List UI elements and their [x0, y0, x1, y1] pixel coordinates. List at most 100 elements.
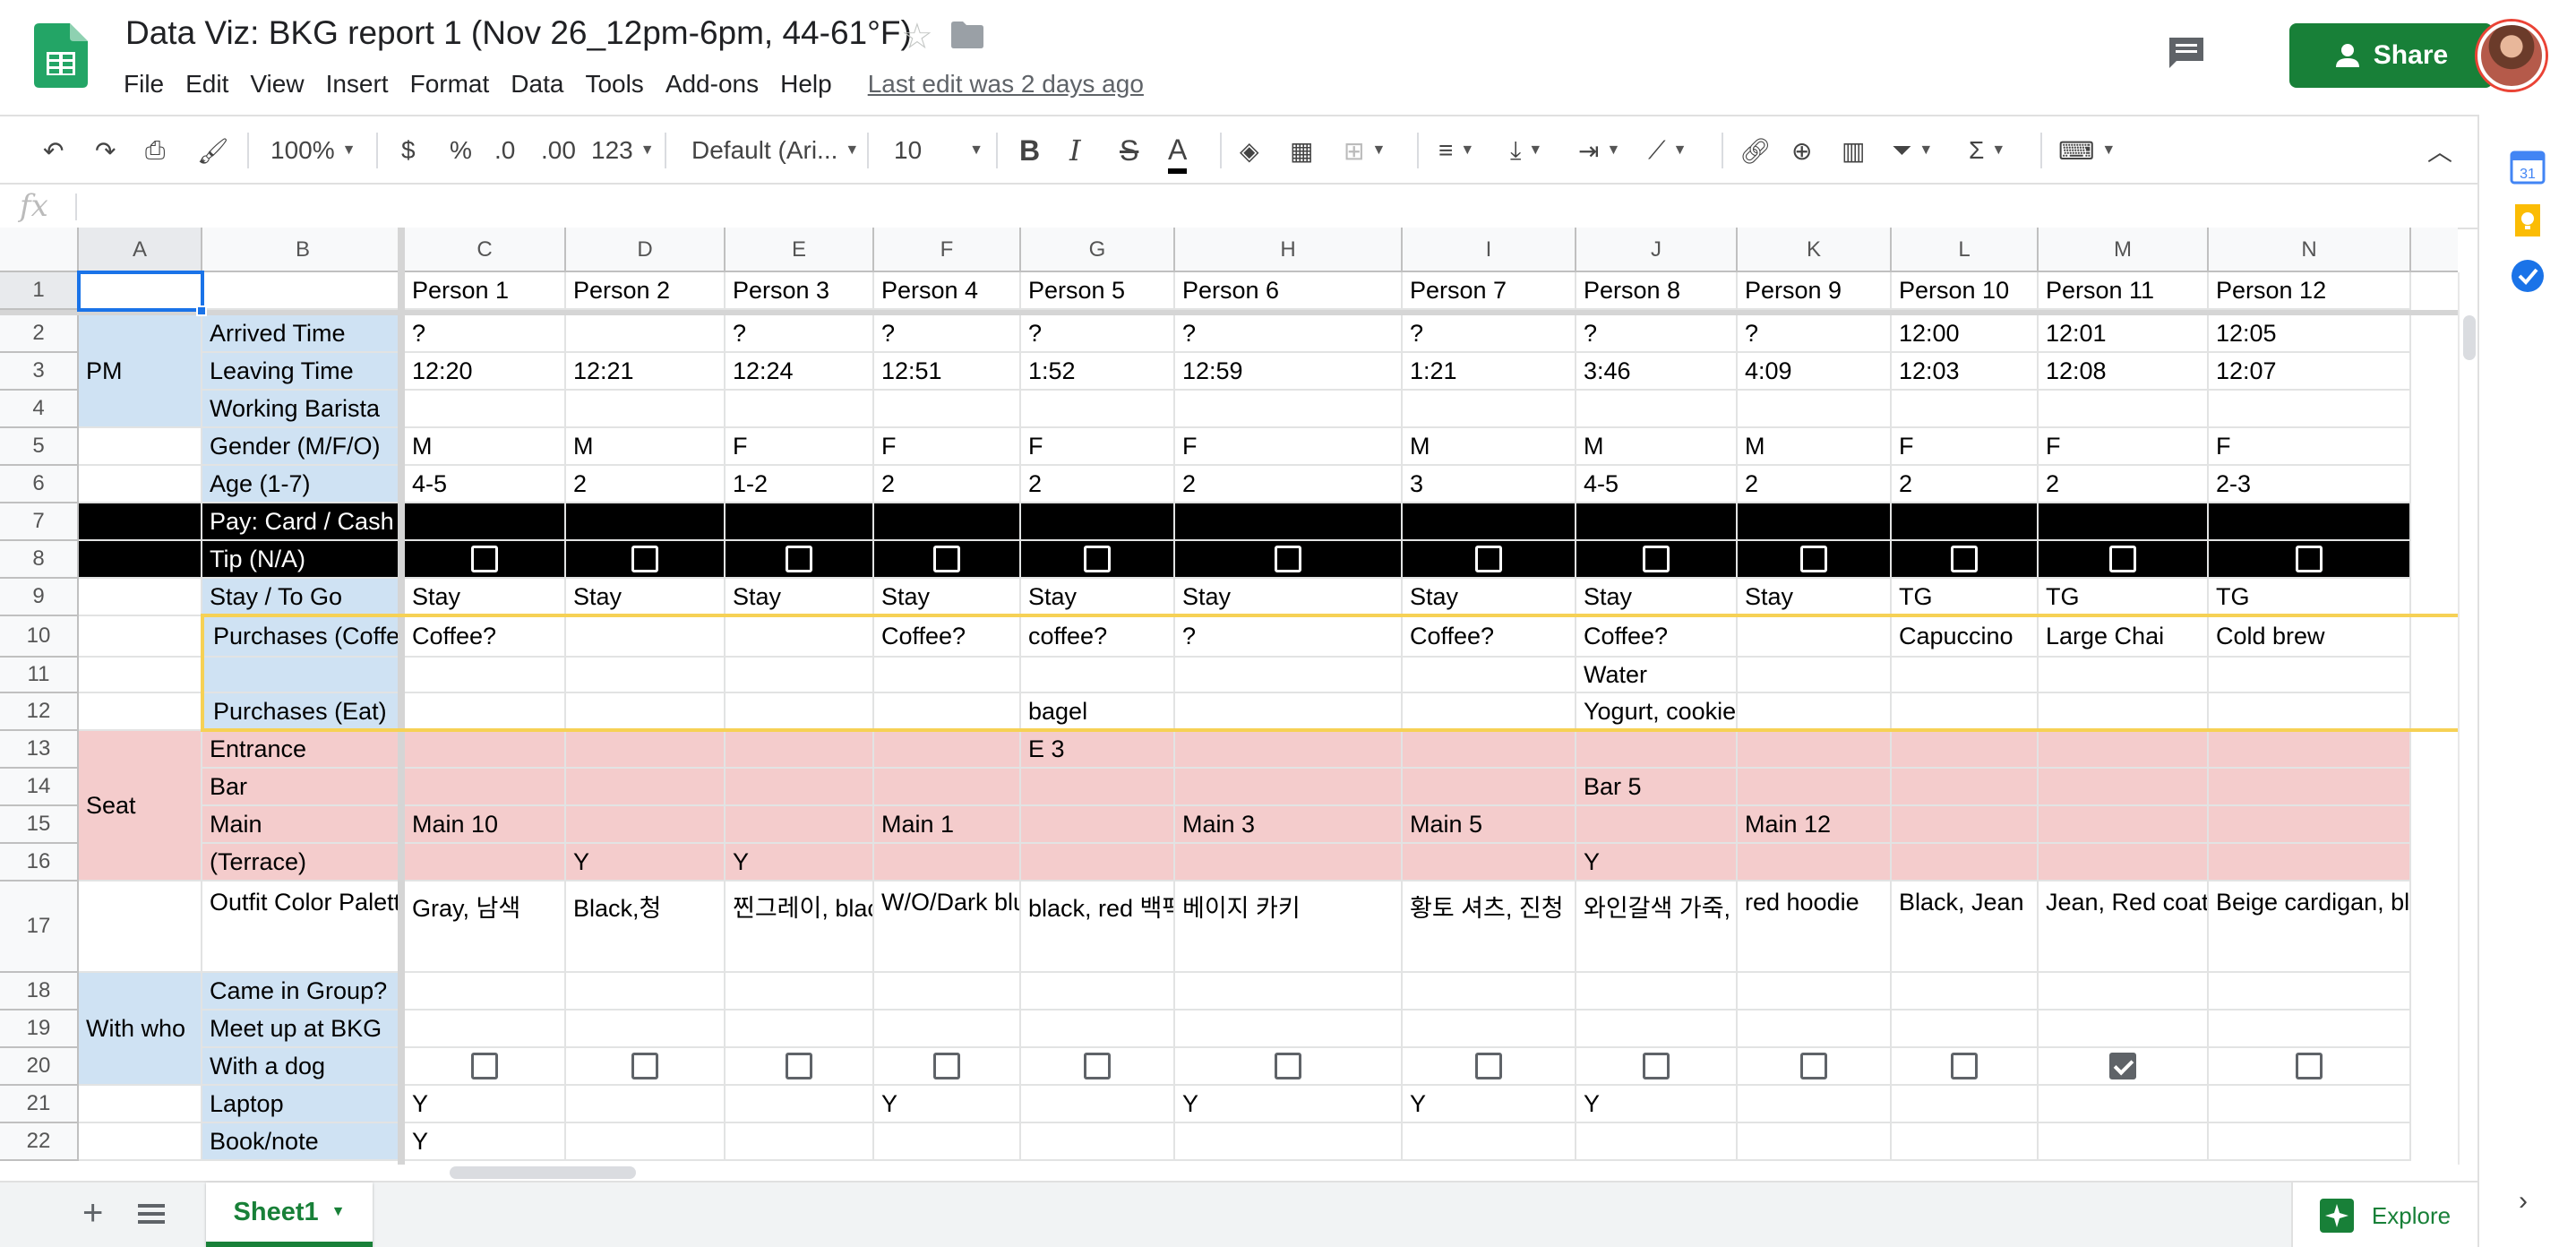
data-cell[interactable]: F	[1892, 428, 2039, 466]
data-cell[interactable]: Y	[1576, 1086, 1738, 1123]
person-header[interactable]: Person 6	[1175, 272, 1403, 310]
data-cell[interactable]: Main 12	[1738, 806, 1892, 844]
insert-comment-icon[interactable]: ⊕	[1791, 131, 1812, 170]
data-cell[interactable]	[1892, 731, 2039, 769]
row-header-5[interactable]: 5	[0, 428, 79, 466]
data-cell[interactable]	[405, 693, 566, 731]
checkbox[interactable]	[2109, 546, 2136, 572]
checkbox[interactable]	[631, 546, 658, 572]
data-cell[interactable]	[566, 391, 726, 428]
data-cell[interactable]	[2039, 844, 2209, 882]
data-cell[interactable]: Stay	[874, 579, 1021, 616]
data-cell[interactable]	[405, 769, 566, 806]
checkbox[interactable]	[2296, 546, 2323, 572]
filter-icon[interactable]: ⏷ ▼	[1892, 131, 1933, 170]
data-cell[interactable]: F	[874, 428, 1021, 466]
data-cell[interactable]	[1738, 503, 1892, 541]
row-label[interactable]: Outfit Color Palette	[202, 882, 405, 973]
data-cell[interactable]: Stay	[1738, 579, 1892, 616]
data-cell[interactable]	[1021, 658, 1175, 693]
more-formats-button[interactable]: 123 ▼	[591, 131, 655, 170]
data-cell[interactable]: Y	[1175, 1086, 1403, 1123]
data-cell[interactable]	[2039, 769, 2209, 806]
data-cell[interactable]: 1:21	[1403, 353, 1576, 391]
text-rotation-icon[interactable]: ⟋ ▼	[1648, 131, 1687, 170]
data-cell[interactable]: Black,청	[566, 882, 726, 973]
row-label[interactable]: Leaving Time	[202, 353, 405, 391]
column-header-f[interactable]: F	[874, 228, 1021, 272]
data-cell[interactable]	[874, 693, 1021, 731]
data-cell[interactable]: 2	[1175, 466, 1403, 503]
cell-a6[interactable]	[79, 466, 202, 503]
data-cell[interactable]	[1175, 973, 1403, 1010]
data-cell[interactable]	[1738, 731, 1892, 769]
menu-help[interactable]: Help	[769, 68, 843, 104]
data-cell[interactable]: Stay	[1576, 579, 1738, 616]
person-header[interactable]: Person 2	[566, 272, 726, 310]
data-cell[interactable]	[726, 391, 874, 428]
data-cell[interactable]	[2209, 806, 2411, 844]
data-cell[interactable]	[2039, 391, 2209, 428]
menu-format[interactable]: Format	[399, 68, 501, 104]
data-cell[interactable]	[1892, 658, 2039, 693]
row-header-9[interactable]: 9	[0, 579, 79, 616]
data-cell[interactable]	[874, 658, 1021, 693]
checkbox-cell[interactable]	[1021, 1048, 1175, 1086]
row-label[interactable]: Age (1-7)	[202, 466, 405, 503]
checkbox[interactable]	[933, 546, 960, 572]
horizontal-scroll-thumb[interactable]	[450, 1166, 636, 1179]
data-cell[interactable]	[1403, 658, 1576, 693]
data-cell[interactable]	[874, 391, 1021, 428]
calendar-icon[interactable]: 31	[2510, 149, 2546, 185]
data-cell[interactable]: 12:03	[1892, 353, 2039, 391]
bold-button[interactable]: B	[1019, 131, 1040, 170]
data-cell[interactable]: F	[1021, 428, 1175, 466]
checkbox-cell[interactable]	[405, 1048, 566, 1086]
checkbox-cell[interactable]	[1892, 1048, 2039, 1086]
row-label[interactable]: Purchases (Coffee)	[202, 616, 405, 658]
checkbox-cell[interactable]	[726, 1048, 874, 1086]
data-cell[interactable]: Stay	[566, 579, 726, 616]
data-cell[interactable]: Cold brew	[2209, 616, 2411, 658]
data-cell[interactable]: 2	[2039, 466, 2209, 503]
data-cell[interactable]	[1403, 1123, 1576, 1161]
menu-edit[interactable]: Edit	[175, 68, 239, 104]
insert-link-icon[interactable]: 🔗︎	[1739, 131, 1772, 170]
checkbox-cell[interactable]	[726, 541, 874, 579]
data-cell[interactable]: 12:08	[2039, 353, 2209, 391]
text-wrapping-icon[interactable]: ⇥ ▼	[1578, 131, 1620, 170]
data-cell[interactable]: 4-5	[405, 466, 566, 503]
data-cell[interactable]	[2209, 1010, 2411, 1048]
data-cell[interactable]	[2039, 731, 2209, 769]
data-cell[interactable]	[1021, 973, 1175, 1010]
data-cell[interactable]	[1738, 973, 1892, 1010]
data-cell[interactable]	[1021, 1086, 1175, 1123]
checkbox-cell[interactable]	[1175, 1048, 1403, 1086]
person-header[interactable]: Person 4	[874, 272, 1021, 310]
data-cell[interactable]: Y	[726, 844, 874, 882]
data-cell[interactable]	[726, 1010, 874, 1048]
checkbox[interactable]	[786, 1053, 812, 1079]
group-label-seat[interactable]: Seat	[79, 731, 202, 882]
row-header-10[interactable]: 10	[0, 616, 79, 658]
checkbox-cell[interactable]	[1403, 1048, 1576, 1086]
person-header[interactable]: Person 5	[1021, 272, 1175, 310]
checkbox-cell[interactable]	[874, 541, 1021, 579]
redo-icon[interactable]: ↷	[95, 131, 116, 170]
data-cell[interactable]: Coffee?	[1403, 616, 1576, 658]
data-cell[interactable]: ?	[405, 315, 566, 353]
data-cell[interactable]	[2209, 693, 2411, 731]
data-cell[interactable]	[1021, 844, 1175, 882]
formula-input[interactable]	[86, 185, 2477, 228]
data-cell[interactable]	[726, 731, 874, 769]
data-cell[interactable]: F	[1175, 428, 1403, 466]
data-cell[interactable]	[1175, 693, 1403, 731]
checkbox-cell[interactable]	[2209, 1048, 2411, 1086]
row-header-15[interactable]: 15	[0, 806, 79, 844]
data-cell[interactable]: 12:00	[1892, 315, 2039, 353]
data-cell[interactable]: 4-5	[1576, 466, 1738, 503]
data-cell[interactable]: Main 5	[1403, 806, 1576, 844]
row-header-12[interactable]: 12	[0, 693, 79, 731]
data-cell[interactable]: Main 1	[874, 806, 1021, 844]
cell-a22[interactable]	[79, 1123, 202, 1161]
